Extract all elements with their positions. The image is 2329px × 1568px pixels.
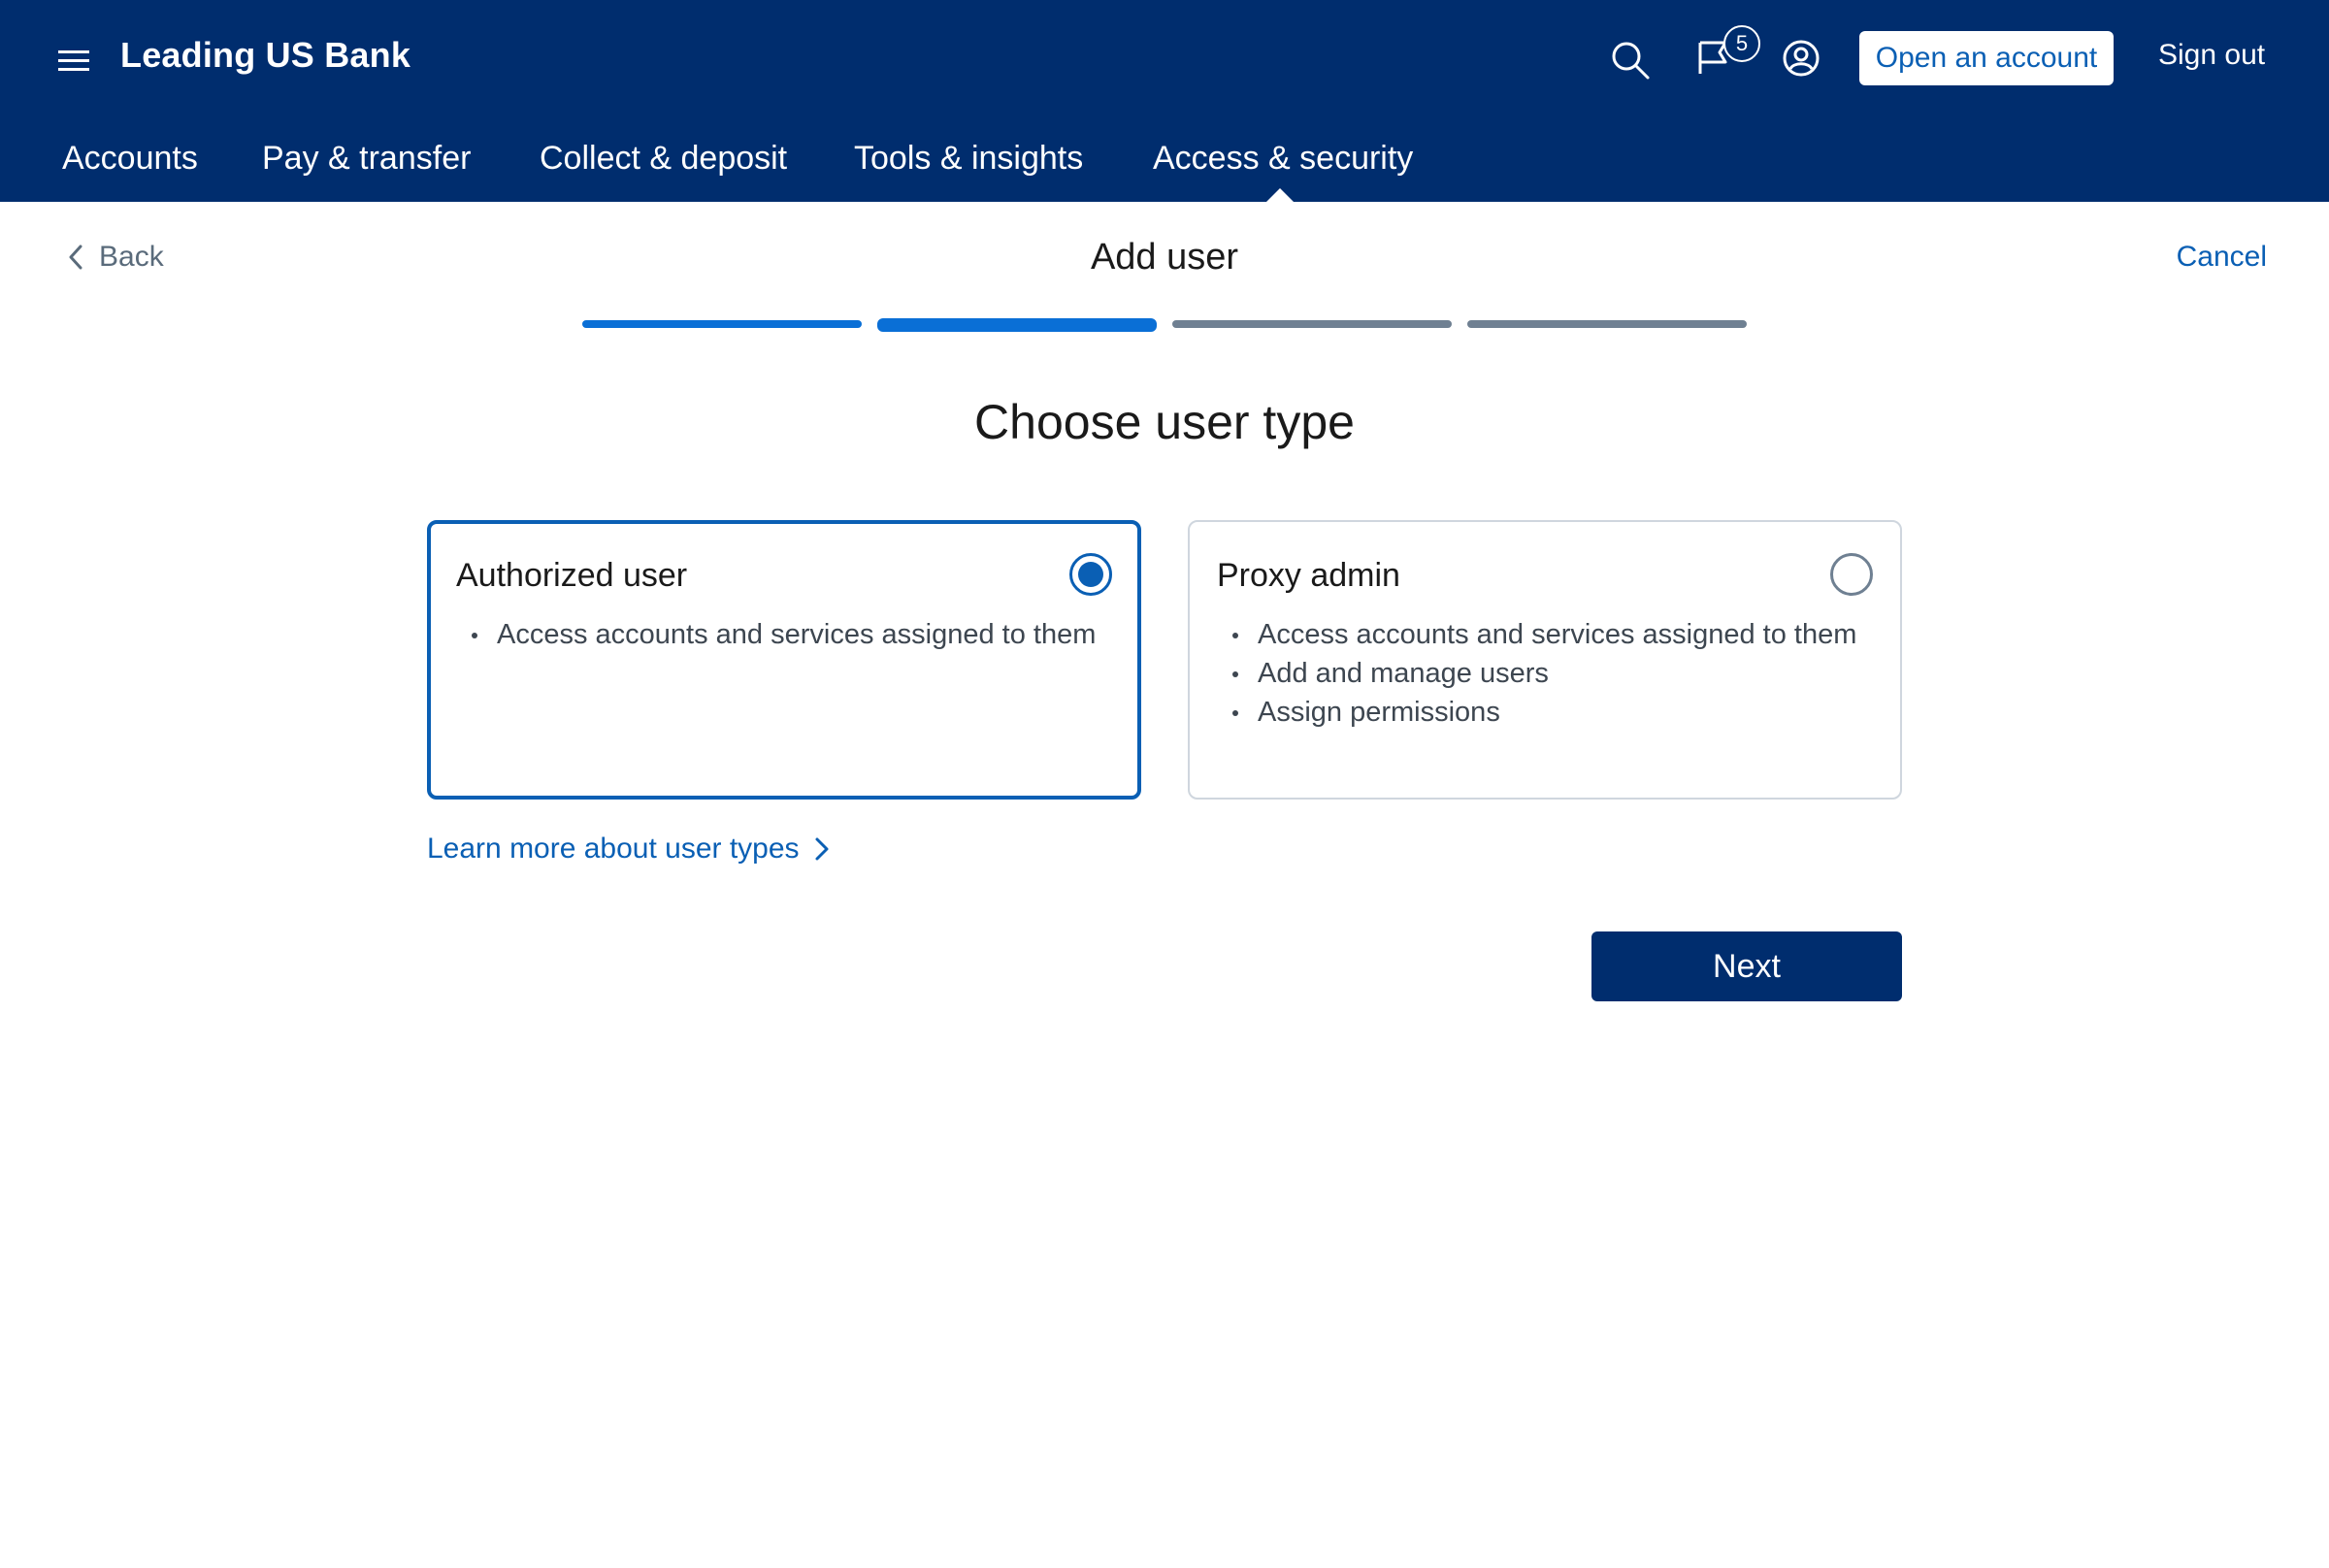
- bullet-item: Access accounts and services assigned to…: [1217, 615, 1856, 654]
- radio-authorized-user[interactable]: [1069, 553, 1112, 596]
- nav-item-pay-transfer[interactable]: Pay & transfer: [262, 140, 471, 178]
- main-nav: Accounts Pay & transfer Collect & deposi…: [0, 136, 2329, 202]
- nav-item-tools-insights[interactable]: Tools & insights: [854, 140, 1083, 178]
- nav-item-access-security[interactable]: Access & security: [1153, 140, 1413, 178]
- notification-count-badge: 5: [1723, 25, 1760, 62]
- top-header: Leading US Bank 5 Open an account Sign o…: [0, 0, 2329, 202]
- nav-item-accounts[interactable]: Accounts: [62, 140, 198, 178]
- chevron-right-icon: [815, 837, 829, 861]
- menu-icon[interactable]: [56, 43, 91, 78]
- bank-logo-text[interactable]: Leading US Bank: [120, 35, 410, 76]
- sign-out-link[interactable]: Sign out: [2158, 39, 2265, 72]
- progress-step-2: [877, 318, 1157, 332]
- progress-step-4: [1467, 320, 1747, 328]
- bullet-item: Assign permissions: [1217, 693, 1856, 732]
- option-bullets: Access accounts and services assigned to…: [456, 615, 1096, 654]
- progress-step-3: [1172, 320, 1452, 328]
- option-bullets: Access accounts and services assigned to…: [1217, 615, 1856, 732]
- option-title: Authorized user: [456, 557, 688, 594]
- open-account-button[interactable]: Open an account: [1859, 31, 2114, 85]
- progress-step-1: [582, 320, 862, 328]
- nav-item-collect-deposit[interactable]: Collect & deposit: [540, 140, 787, 178]
- section-heading: Choose user type: [974, 395, 1355, 449]
- radio-proxy-admin[interactable]: [1830, 553, 1873, 596]
- profile-icon[interactable]: [1782, 39, 1821, 78]
- learn-more-link[interactable]: Learn more about user types: [427, 833, 831, 866]
- page-title: Add user: [1090, 237, 1239, 278]
- bullet-item: Access accounts and services assigned to…: [456, 615, 1096, 654]
- option-card-authorized-user[interactable]: Authorized user Access accounts and serv…: [427, 520, 1141, 800]
- active-nav-indicator: [1266, 188, 1294, 202]
- option-title: Proxy admin: [1217, 557, 1400, 594]
- bullet-item: Add and manage users: [1217, 654, 1856, 693]
- notifications-button[interactable]: 5: [1696, 23, 1764, 82]
- next-button[interactable]: Next: [1591, 931, 1902, 1001]
- cancel-link[interactable]: Cancel: [2177, 241, 2267, 274]
- learn-more-label: Learn more about user types: [427, 833, 800, 865]
- option-card-proxy-admin[interactable]: Proxy admin Access accounts and services…: [1188, 520, 1902, 800]
- search-icon[interactable]: [1609, 39, 1652, 82]
- radio-selected-dot: [1078, 562, 1103, 587]
